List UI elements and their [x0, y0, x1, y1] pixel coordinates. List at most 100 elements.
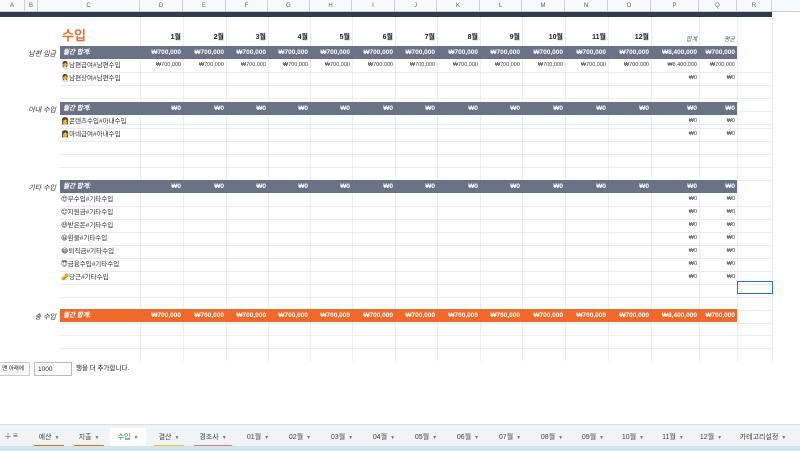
- value-cell[interactable]: [437, 258, 480, 271]
- band-value-cell[interactable]: ₩0: [699, 180, 737, 193]
- value-cell[interactable]: ₩0: [651, 232, 699, 245]
- band-value-cell[interactable]: ₩0: [183, 102, 226, 115]
- sheet-tab-1[interactable]: 예산 ▼: [30, 428, 68, 448]
- value-cell[interactable]: [352, 193, 395, 206]
- value-cell[interactable]: [183, 245, 226, 258]
- sheet-tab-7[interactable]: 02월 ▼: [280, 428, 320, 448]
- value-cell[interactable]: ₩0: [651, 193, 699, 206]
- value-cell[interactable]: [183, 128, 226, 141]
- band-value-cell[interactable]: ₩0: [310, 102, 352, 115]
- value-cell[interactable]: [522, 72, 565, 85]
- band-value-cell[interactable]: ₩0: [352, 102, 395, 115]
- value-cell[interactable]: [140, 193, 183, 206]
- chevron-down-icon[interactable]: ▼: [639, 435, 644, 441]
- value-cell[interactable]: [140, 258, 183, 271]
- value-cell[interactable]: ₩8,400,000: [651, 59, 699, 72]
- band-value-cell[interactable]: ₩700,000: [608, 309, 651, 322]
- monthly-total-band[interactable]: 월간 합계: ₩0 ₩0 ₩0 ₩0 ₩0 ₩0 ₩0 ₩0 ₩0 ₩0 ₩0 ₩0 ₩0 ₩0: [60, 102, 737, 115]
- sheet-tab-5[interactable]: 경조사 ▼: [190, 428, 236, 448]
- sheet-tab-10[interactable]: 05월 ▼: [406, 428, 446, 448]
- value-cell[interactable]: [480, 72, 522, 85]
- value-cell[interactable]: ₩0: [651, 115, 699, 128]
- chevron-down-icon[interactable]: ▼: [174, 435, 179, 441]
- sheet-tab-2[interactable]: 지출 ▼: [70, 428, 108, 448]
- chevron-down-icon[interactable]: ▼: [54, 435, 59, 441]
- value-cell[interactable]: [140, 245, 183, 258]
- value-cell[interactable]: [480, 193, 522, 206]
- value-cell[interactable]: ₩0: [651, 128, 699, 141]
- value-cell[interactable]: [608, 232, 651, 245]
- value-cell[interactable]: [480, 245, 522, 258]
- sheet-tab-9[interactable]: 04월 ▼: [364, 428, 404, 448]
- value-cell[interactable]: [226, 206, 268, 219]
- chevron-down-icon[interactable]: ▼: [474, 435, 479, 441]
- value-cell[interactable]: [437, 115, 480, 128]
- value-cell[interactable]: ₩700,000: [140, 59, 183, 72]
- chevron-down-icon[interactable]: ▼: [781, 435, 786, 441]
- value-cell[interactable]: [437, 193, 480, 206]
- list-item[interactable]: 😆받은돈#기타수입 ₩0 ₩0: [60, 219, 737, 232]
- item-label[interactable]: 😆받은돈#기타수입: [61, 219, 113, 232]
- chevron-down-icon[interactable]: ▼: [599, 435, 604, 441]
- value-cell[interactable]: [183, 258, 226, 271]
- band-value-cell[interactable]: ₩0: [651, 102, 699, 115]
- value-cell[interactable]: [565, 206, 608, 219]
- column-header-e[interactable]: E: [183, 0, 226, 12]
- value-cell[interactable]: ₩700,000: [268, 59, 310, 72]
- value-cell[interactable]: [395, 206, 437, 219]
- value-cell[interactable]: [352, 245, 395, 258]
- column-header-i[interactable]: I: [352, 0, 395, 12]
- value-cell[interactable]: ₩700,000: [480, 59, 522, 72]
- value-cell[interactable]: [565, 72, 608, 85]
- value-cell[interactable]: [565, 258, 608, 271]
- value-cell[interactable]: [183, 219, 226, 232]
- value-cell[interactable]: ₩700,000: [395, 59, 437, 72]
- value-cell[interactable]: [140, 72, 183, 85]
- value-cell[interactable]: [395, 232, 437, 245]
- band-value-cell[interactable]: ₩0: [651, 180, 699, 193]
- value-cell[interactable]: [268, 128, 310, 141]
- value-cell[interactable]: ₩700,000: [437, 59, 480, 72]
- monthly-total-band[interactable]: 월간 합계: ₩700,000 ₩700,000 ₩700,000 ₩700,000 ₩7…: [60, 46, 737, 59]
- value-cell[interactable]: [437, 232, 480, 245]
- add-rows-button[interactable]: 맨 아래에: [0, 362, 30, 376]
- band-value-cell[interactable]: ₩0: [395, 102, 437, 115]
- band-value-cell[interactable]: ₩0: [480, 102, 522, 115]
- sheet-tab-3[interactable]: 수입 ▼: [110, 428, 146, 448]
- sheet-tab-14[interactable]: 09월 ▼: [574, 428, 612, 448]
- band-value-cell[interactable]: ₩700,000: [140, 309, 183, 322]
- item-label[interactable]: 🥜당근#기타수입: [61, 271, 109, 284]
- value-cell[interactable]: [480, 206, 522, 219]
- value-cell[interactable]: [268, 232, 310, 245]
- value-cell[interactable]: [140, 271, 183, 284]
- column-header-j[interactable]: J: [395, 0, 437, 12]
- chevron-down-icon[interactable]: ▼: [348, 435, 353, 441]
- band-value-cell[interactable]: ₩0: [437, 102, 480, 115]
- value-cell[interactable]: [352, 219, 395, 232]
- value-cell[interactable]: [183, 271, 226, 284]
- band-value-cell[interactable]: ₩0: [226, 102, 268, 115]
- value-cell[interactable]: [395, 128, 437, 141]
- band-value-cell[interactable]: ₩700,000: [310, 309, 352, 322]
- band-value-cell[interactable]: ₩0: [565, 102, 608, 115]
- value-cell[interactable]: ₩700,000: [522, 59, 565, 72]
- value-cell[interactable]: [352, 72, 395, 85]
- value-cell[interactable]: [480, 271, 522, 284]
- list-item[interactable]: 😊지원금#기타수입 ₩0 ₩0: [60, 206, 737, 219]
- list-item[interactable]: 👩‍💼남편상여#남편수입 ₩0 ₩0: [60, 72, 737, 85]
- column-header-g[interactable]: G: [268, 0, 310, 12]
- value-cell[interactable]: [268, 206, 310, 219]
- value-cell[interactable]: [310, 258, 352, 271]
- band-value-cell[interactable]: ₩700,000: [310, 46, 352, 59]
- column-header-c[interactable]: C: [38, 0, 140, 12]
- chevron-down-icon[interactable]: ▼: [264, 435, 269, 441]
- value-cell[interactable]: [310, 115, 352, 128]
- value-cell[interactable]: [437, 271, 480, 284]
- value-cell[interactable]: [608, 193, 651, 206]
- value-cell[interactable]: [310, 219, 352, 232]
- sheet-tab-4[interactable]: 결산 ▼: [150, 428, 188, 448]
- chevron-down-icon[interactable]: ▼: [516, 435, 521, 441]
- band-value-cell[interactable]: ₩8,400,000: [651, 46, 699, 59]
- band-value-cell[interactable]: ₩700,000: [352, 46, 395, 59]
- column-header-m[interactable]: M: [522, 0, 565, 12]
